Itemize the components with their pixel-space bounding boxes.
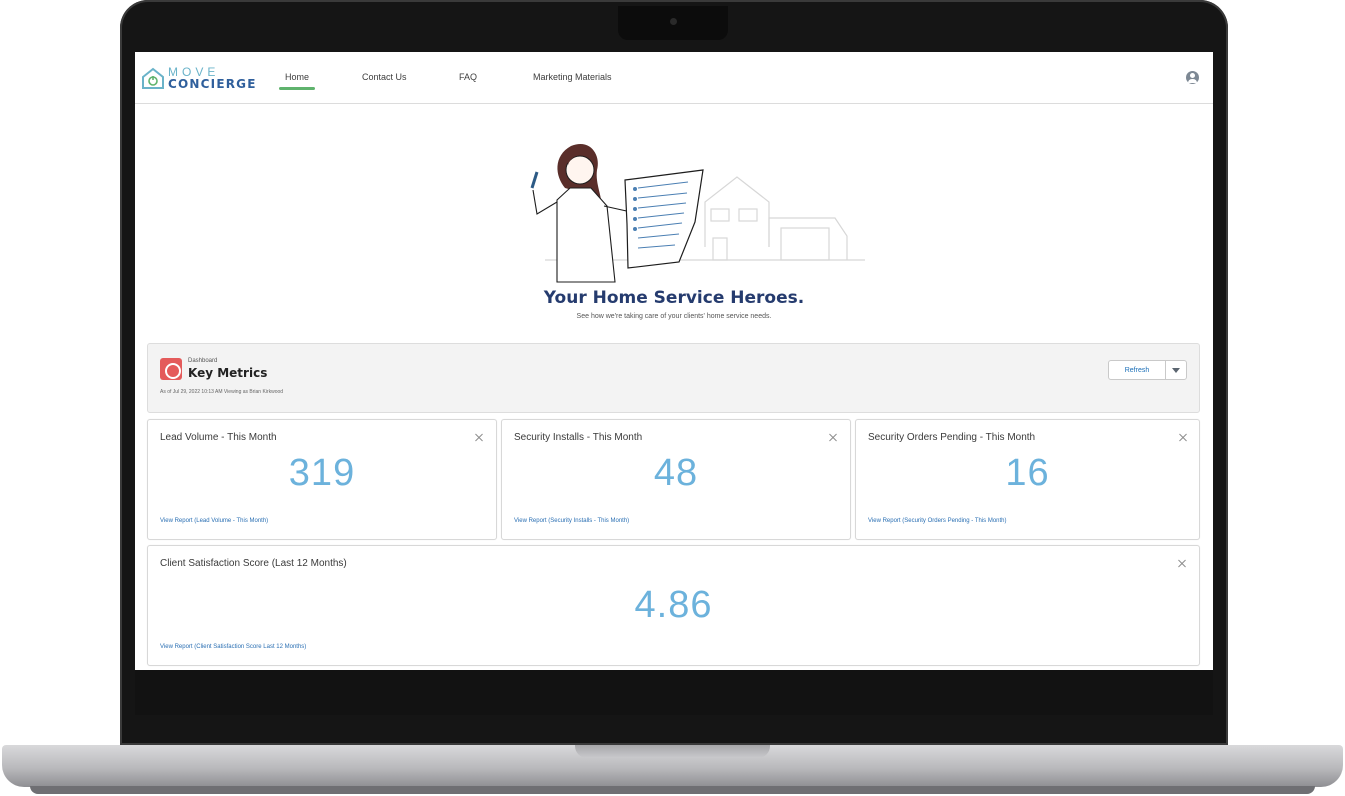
laptop-base-lip <box>575 745 770 758</box>
dashboard-kicker: Dashboard <box>188 358 218 364</box>
metric-title: Lead Volume - This Month <box>160 432 277 443</box>
tab-faq[interactable]: FAQ <box>459 72 477 82</box>
top-navigation: MOVE CONCIERGE Home Contact Us FAQ Marke… <box>135 52 1213 104</box>
camera-icon <box>670 18 677 25</box>
metric-card-lead-volume: Lead Volume - This Month 319 View Report… <box>147 419 497 540</box>
laptop-screen: MOVE CONCIERGE Home Contact Us FAQ Marke… <box>135 52 1213 670</box>
logo-wordmark: MOVE CONCIERGE <box>168 66 257 90</box>
hero-title: Your Home Service Heroes. <box>543 288 805 308</box>
laptop-base-bottom <box>30 786 1315 794</box>
metric-card-client-satisfaction: Client Satisfaction Score (Last 12 Month… <box>147 545 1200 666</box>
metric-card-security-orders-pending: Security Orders Pending - This Month 16 … <box>855 419 1200 540</box>
expand-icon[interactable] <box>1178 433 1188 443</box>
dashboard-icon <box>160 358 182 380</box>
house-logo-icon <box>142 67 164 89</box>
metric-title: Security Installs - This Month <box>514 432 643 443</box>
refresh-button[interactable]: Refresh <box>1108 360 1166 380</box>
refresh-menu-button[interactable] <box>1165 360 1187 380</box>
tab-home[interactable]: Home <box>278 72 316 90</box>
dashboard-timestamp: As of Jul 29, 2022 10:13 AM Viewing as B… <box>160 389 284 395</box>
view-report-link[interactable]: View Report (Client Satisfaction Score L… <box>160 644 306 650</box>
hero-illustration <box>530 144 865 283</box>
metric-value: 4.86 <box>634 584 713 626</box>
metric-value: 319 <box>288 452 356 494</box>
view-report-link[interactable]: View Report (Security Installs - This Mo… <box>514 518 629 524</box>
expand-icon[interactable] <box>828 433 838 443</box>
metric-title: Client Satisfaction Score (Last 12 Month… <box>160 558 347 569</box>
user-avatar-icon[interactable] <box>1186 71 1199 84</box>
metric-value: 16 <box>1005 452 1050 494</box>
dashboard-header: Dashboard Key Metrics As of Jul 29, 2022… <box>147 343 1200 413</box>
move-concierge-logo[interactable]: MOVE CONCIERGE <box>141 63 257 93</box>
view-report-link[interactable]: View Report (Security Orders Pending - T… <box>868 518 1007 524</box>
chevron-down-icon <box>1172 367 1180 373</box>
screen-bezel <box>135 670 1213 715</box>
metric-title: Security Orders Pending - This Month <box>868 432 1036 443</box>
hero-subtitle: See how we're taking care of your client… <box>576 313 772 320</box>
expand-icon[interactable] <box>474 433 484 443</box>
expand-icon[interactable] <box>1177 559 1187 569</box>
metric-card-security-installs: Security Installs - This Month 48 View R… <box>501 419 851 540</box>
tab-contact-us[interactable]: Contact Us <box>362 72 407 82</box>
tab-marketing-materials[interactable]: Marketing Materials <box>533 72 612 82</box>
dashboard-title: Key Metrics <box>188 366 268 380</box>
metric-value: 48 <box>653 452 699 494</box>
view-report-link[interactable]: View Report (Lead Volume - This Month) <box>160 518 268 524</box>
logo-concierge-text: CONCIERGE <box>168 77 257 91</box>
